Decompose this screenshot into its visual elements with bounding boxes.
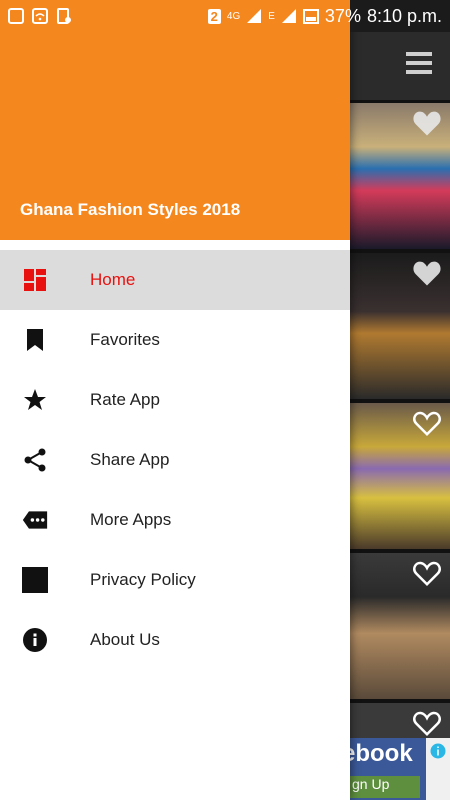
wifi-icon [32, 8, 48, 24]
navigation-drawer: Ghana Fashion Styles 2018 Home Favorites… [0, 0, 350, 800]
fashion-image-tile[interactable] [350, 103, 450, 249]
menu-item-more-apps[interactable]: More Apps [0, 490, 350, 550]
menu-item-home[interactable]: Home [0, 250, 350, 310]
menu-item-rate-app[interactable]: Rate App [0, 370, 350, 430]
notification-square-icon [8, 8, 24, 24]
sim-badge: 2 [207, 8, 221, 24]
dashboard-icon [22, 267, 48, 293]
menu-label-privacy-policy: Privacy Policy [90, 570, 196, 589]
screenshot-icon [57, 8, 71, 24]
background-toolbar [350, 32, 450, 100]
clock: 8:10 p.m. [366, 5, 442, 26]
roaming-indicator: E [268, 10, 275, 22]
fashion-image-tile[interactable] [350, 703, 450, 739]
network-type: 4G [226, 10, 241, 22]
heart-outline-icon[interactable] [412, 559, 442, 587]
drawer-title: Ghana Fashion Styles 2018 [20, 200, 241, 219]
info-icon [22, 627, 48, 653]
menu-label-home: Home [90, 270, 136, 289]
share-icon [22, 447, 48, 473]
signal-icon [247, 9, 262, 23]
status-left-icons [0, 8, 72, 24]
menu-item-privacy-policy[interactable]: Privacy Policy [0, 550, 350, 610]
menu-label-favorites: Favorites [90, 330, 160, 349]
menu-icon[interactable] [406, 52, 432, 78]
menu-label-more-apps: More Apps [90, 510, 172, 529]
battery-icon [302, 9, 319, 24]
menu-item-favorites[interactable]: Favorites [0, 310, 350, 370]
star-icon [22, 387, 48, 413]
menu-label-rate-app: Rate App [90, 390, 160, 409]
facebook-ad-banner[interactable]: ebook gn Up [350, 738, 426, 800]
privacy-square-icon [22, 567, 48, 593]
fashion-image-tile[interactable] [350, 553, 450, 699]
more-apps-icon [22, 507, 48, 533]
fashion-image-tile[interactable] [350, 403, 450, 549]
drawer-menu: Home Favorites Rate App Share App More A [0, 250, 350, 670]
ad-choices-icon[interactable] [429, 742, 447, 760]
status-bar: 2 4G E 37% 8:10 p.m. [0, 0, 450, 32]
heart-icon[interactable] [412, 109, 442, 137]
signal-icon [281, 9, 296, 23]
menu-item-about-us[interactable]: About Us [0, 610, 350, 670]
ad-info-corner[interactable] [426, 738, 450, 800]
heart-outline-icon[interactable] [412, 409, 442, 437]
menu-label-share-app: Share App [90, 450, 170, 469]
heart-outline-icon[interactable] [412, 709, 442, 737]
bookmark-icon [22, 327, 48, 353]
ad-text: ebook [350, 740, 413, 767]
battery-percent: 37% [324, 5, 361, 26]
menu-label-about-us: About Us [90, 630, 160, 649]
menu-item-share-app[interactable]: Share App [0, 430, 350, 490]
status-right-icons: 2 4G E 37% 8:10 p.m. [207, 5, 450, 27]
ad-signup-button[interactable]: gn Up [350, 776, 420, 798]
drawer-header: Ghana Fashion Styles 2018 [0, 0, 350, 240]
heart-icon[interactable] [412, 259, 442, 287]
fashion-image-tile[interactable] [350, 253, 450, 399]
